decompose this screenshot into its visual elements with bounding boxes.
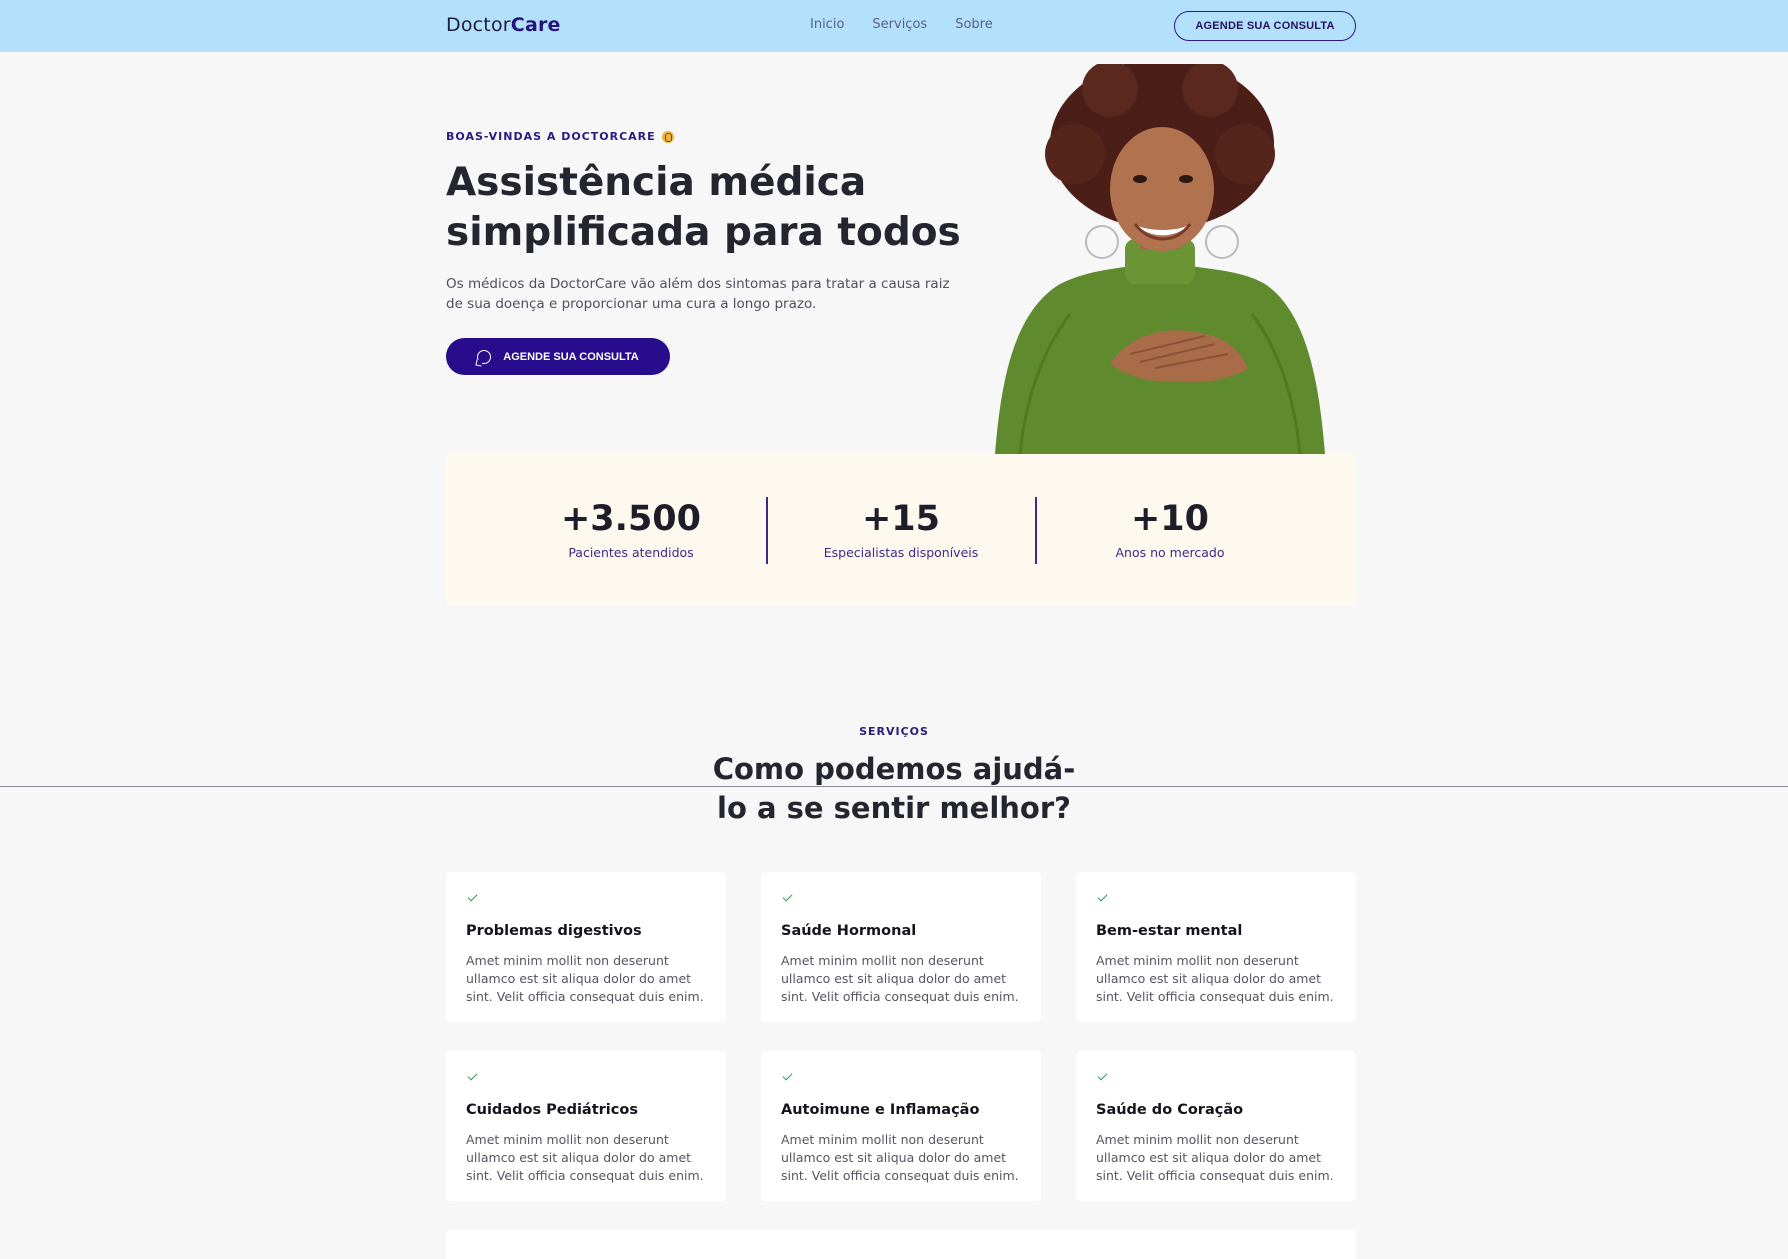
service-card-pediatric: Cuidados Pediátricos Amet minim mollit n… [446,1051,726,1201]
check-icon [467,1070,478,1081]
stat-patients: +3.500 Pacientes atendidos [521,499,741,560]
hero-eyebrow-text: BOAS-VINDAS A DOCTORCARE [446,130,656,143]
logo-text-doctor: Doctor [446,14,511,36]
nav-link-inicio[interactable]: Inicio [810,17,844,32]
stat-value: +3.500 [560,499,702,539]
stat-label: Anos no mercado [1115,545,1225,560]
waving-hand-icon [661,130,674,143]
services-title-line-1: Como podemos ajudá- [712,752,1076,786]
hero-schedule-label: AGENDE SUA CONSULTA [503,350,639,363]
nav-link-sobre[interactable]: Sobre [955,17,993,32]
logo-text-care: Care [510,14,561,36]
service-card-title: Autoimune e Inflamação [781,1102,980,1118]
next-section-panel [446,1230,1356,1259]
services-title: Como podemos ajudá- lo a se sentir melho… [694,750,1094,828]
hero-title: Assistência médica simplificada para tod… [446,158,976,258]
service-card-title: Cuidados Pediátricos [466,1102,638,1118]
service-card-hormonal: Saúde Hormonal Amet minim mollit non des… [761,872,1041,1022]
service-card-autoimmune: Autoimune e Inflamação Amet minim mollit… [761,1051,1041,1201]
nav-link-servicos[interactable]: Serviços [872,17,927,32]
stat-specialists: +15 Especialistas disponíveis [791,499,1011,560]
stat-value: +15 [861,499,941,539]
service-card-text: Amet minim mollit non deserunt ullamco e… [1096,953,1334,1004]
top-navbar: DoctorCare Inicio Serviços Sobre AGENDE … [0,0,1788,52]
services-eyebrow: SERVIÇOS [859,725,929,738]
main-nav: Inicio Serviços Sobre [810,17,1021,32]
stat-years: +10 Anos no mercado [1060,499,1280,560]
stat-value: +10 [1130,499,1210,539]
stat-divider [766,497,768,564]
service-card-title: Saúde Hormonal [781,923,917,939]
hero-title-line-2: simplificada para todos [446,210,961,255]
hero-doctor-portrait-image [995,64,1325,454]
service-card-text: Amet minim mollit non deserunt ullamco e… [466,1132,704,1183]
service-card-title: Bem-estar mental [1096,923,1243,939]
check-icon [1097,1070,1108,1081]
logo[interactable]: DoctorCare [446,14,561,36]
stat-divider [1035,497,1037,564]
service-card-text: Amet minim mollit non deserunt ullamco e… [466,953,704,1004]
check-icon [782,891,793,902]
stat-label: Pacientes atendidos [568,545,694,560]
check-icon [782,1070,793,1081]
service-card-text: Amet minim mollit non deserunt ullamco e… [1096,1132,1334,1183]
hero-description: Os médicos da DoctorCare vão além dos si… [446,276,950,312]
hero-schedule-button[interactable]: AGENDE SUA CONSULTA [446,338,670,375]
service-card-text: Amet minim mollit non deserunt ullamco e… [781,953,1019,1004]
stat-label: Especialistas disponíveis [823,545,979,560]
stats-panel: +3.500 Pacientes atendidos +15 Especiali… [446,454,1356,606]
hero-title-line-1: Assistência médica [446,160,867,205]
whatsapp-icon [477,349,492,364]
service-card-digestive: Problemas digestivos Amet minim mollit n… [446,872,726,1022]
check-icon [467,891,478,902]
service-card-title: Saúde do Coração [1096,1102,1244,1118]
hero-eyebrow: BOAS-VINDAS A DOCTORCARE [446,130,674,143]
service-card-text: Amet minim mollit non deserunt ullamco e… [781,1132,1019,1183]
service-card-mental: Bem-estar mental Amet minim mollit non d… [1076,872,1356,1022]
header-schedule-button[interactable]: AGENDE SUA CONSULTA [1174,11,1356,41]
service-card-heart: Saúde do Coração Amet minim mollit non d… [1076,1051,1356,1201]
check-icon [1097,891,1108,902]
services-title-line-2: lo a se sentir melhor? [717,791,1071,825]
service-card-title: Problemas digestivos [466,923,642,939]
